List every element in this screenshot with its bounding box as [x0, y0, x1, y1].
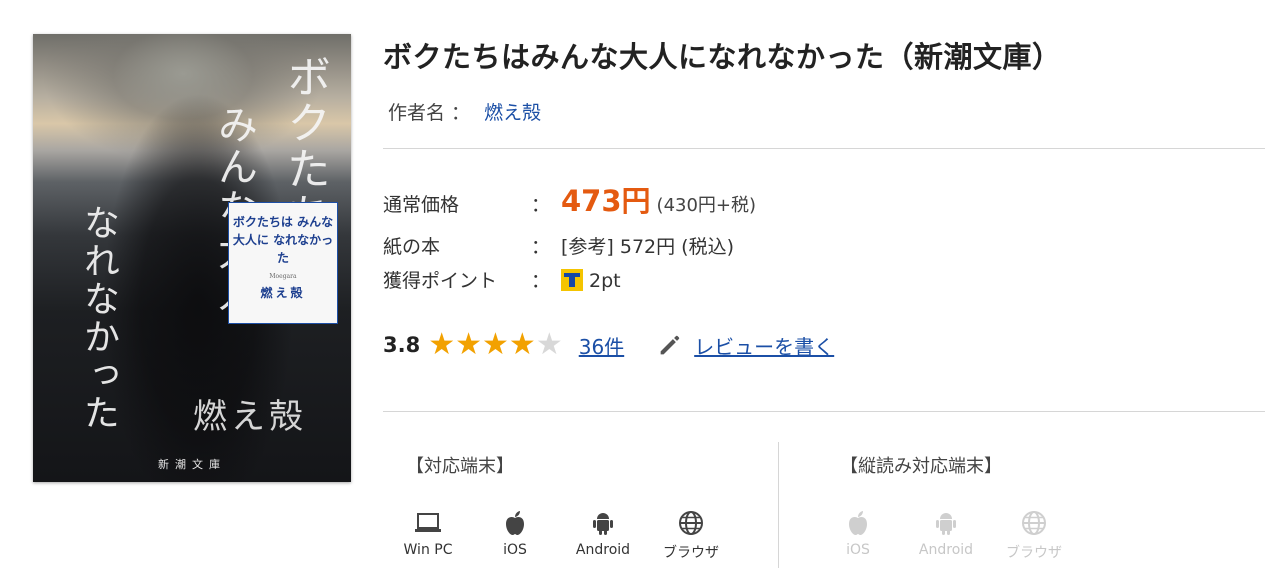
vertical-device-browser: ブラウザ: [994, 507, 1074, 562]
points-row: 獲得ポイント ： 2pt: [383, 266, 621, 293]
points-value: 2pt: [589, 270, 621, 292]
vertical-device-android: Android: [906, 507, 986, 558]
book-title: ボクたちはみんな大人になれなかった（新潮文庫）: [383, 40, 1062, 74]
device-label: iOS: [503, 542, 527, 558]
write-review-link[interactable]: レビューを書く: [694, 331, 834, 360]
author-label: 作者名 ：: [388, 102, 471, 124]
device-label: Android: [918, 542, 974, 558]
device-android: Android: [563, 507, 643, 558]
regular-price-breakdown: (430円+税): [656, 195, 757, 216]
device-label: ブラウザ: [663, 545, 719, 561]
regular-price-label: 通常価格: [383, 194, 460, 216]
device-win-pc: Win PC: [388, 507, 468, 558]
points-label: 獲得ポイント: [383, 270, 498, 292]
star-rating: ★★★★★: [428, 330, 563, 360]
device-label: iOS: [846, 542, 870, 558]
cover-label-author: 燃え殻: [260, 286, 306, 300]
colon: ：: [531, 236, 551, 258]
vertical-device-ios: iOS: [818, 507, 898, 558]
pencil-icon[interactable]: [656, 331, 684, 359]
tpoint-icon: [561, 269, 583, 291]
supported-devices-title: 【対応端末】: [406, 456, 514, 477]
cover-handwriting-3: なれなかった: [78, 204, 119, 432]
divider: [383, 411, 1265, 412]
cover-label-title: ボクたちは みんな大人に なれなかった: [232, 215, 334, 265]
book-cover-image[interactable]: ボクたち みんな大人 なれなかった 燃え殻 ボクたちは みんな大人に なれなかっ…: [33, 34, 351, 482]
divider: [383, 148, 1265, 149]
device-label: Android: [575, 542, 631, 558]
android-icon: [936, 513, 956, 535]
apple-icon: [849, 511, 867, 535]
regular-price-row: 通常価格 ： 473円 (430円+税): [383, 178, 756, 220]
star-filled-icon: ★: [455, 327, 483, 362]
vertical-divider: [778, 442, 779, 568]
paper-price-value: [参考] 572円 (税込): [561, 236, 734, 258]
regular-price-value: 473円: [561, 184, 651, 218]
globe-icon: [679, 511, 703, 535]
laptop-icon: [415, 513, 441, 532]
star-filled-icon: ★: [482, 327, 509, 362]
device-label: ブラウザ: [1006, 545, 1062, 561]
colon: ：: [531, 270, 551, 292]
star-empty-icon: ★: [535, 327, 563, 362]
device-browser: ブラウザ: [651, 507, 731, 562]
rating-score: 3.8: [383, 333, 421, 357]
star-filled-icon: ★: [508, 327, 536, 362]
device-ios: iOS: [475, 507, 555, 558]
cover-title-label: ボクたちは みんな大人に なれなかった Moegara 燃え殻: [228, 202, 338, 324]
author-link[interactable]: 燃え殻: [484, 102, 541, 124]
star-filled-icon: ★: [428, 327, 456, 362]
paper-price-label: 紙の本: [383, 236, 441, 258]
android-icon: [593, 513, 613, 535]
paper-price-row: 紙の本 ： [参考] 572円 (税込): [383, 232, 734, 259]
device-label: Win PC: [403, 542, 453, 558]
cover-author-handwriting: 燃え殻: [193, 397, 307, 437]
globe-icon: [1022, 511, 1046, 535]
vertical-reading-devices-title: 【縦読み対応端末】: [840, 456, 1002, 477]
colon: ：: [531, 194, 551, 216]
apple-icon: [506, 511, 524, 535]
cover-publisher: 新潮文庫: [158, 458, 226, 471]
author-row: 作者名 ： 燃え殻: [388, 98, 541, 125]
cover-label-romaji: Moegara: [269, 273, 297, 280]
rating-row: 3.8 ★★★★★ 36件 レビューを書く: [383, 330, 834, 360]
review-count-link[interactable]: 36件: [579, 331, 624, 360]
